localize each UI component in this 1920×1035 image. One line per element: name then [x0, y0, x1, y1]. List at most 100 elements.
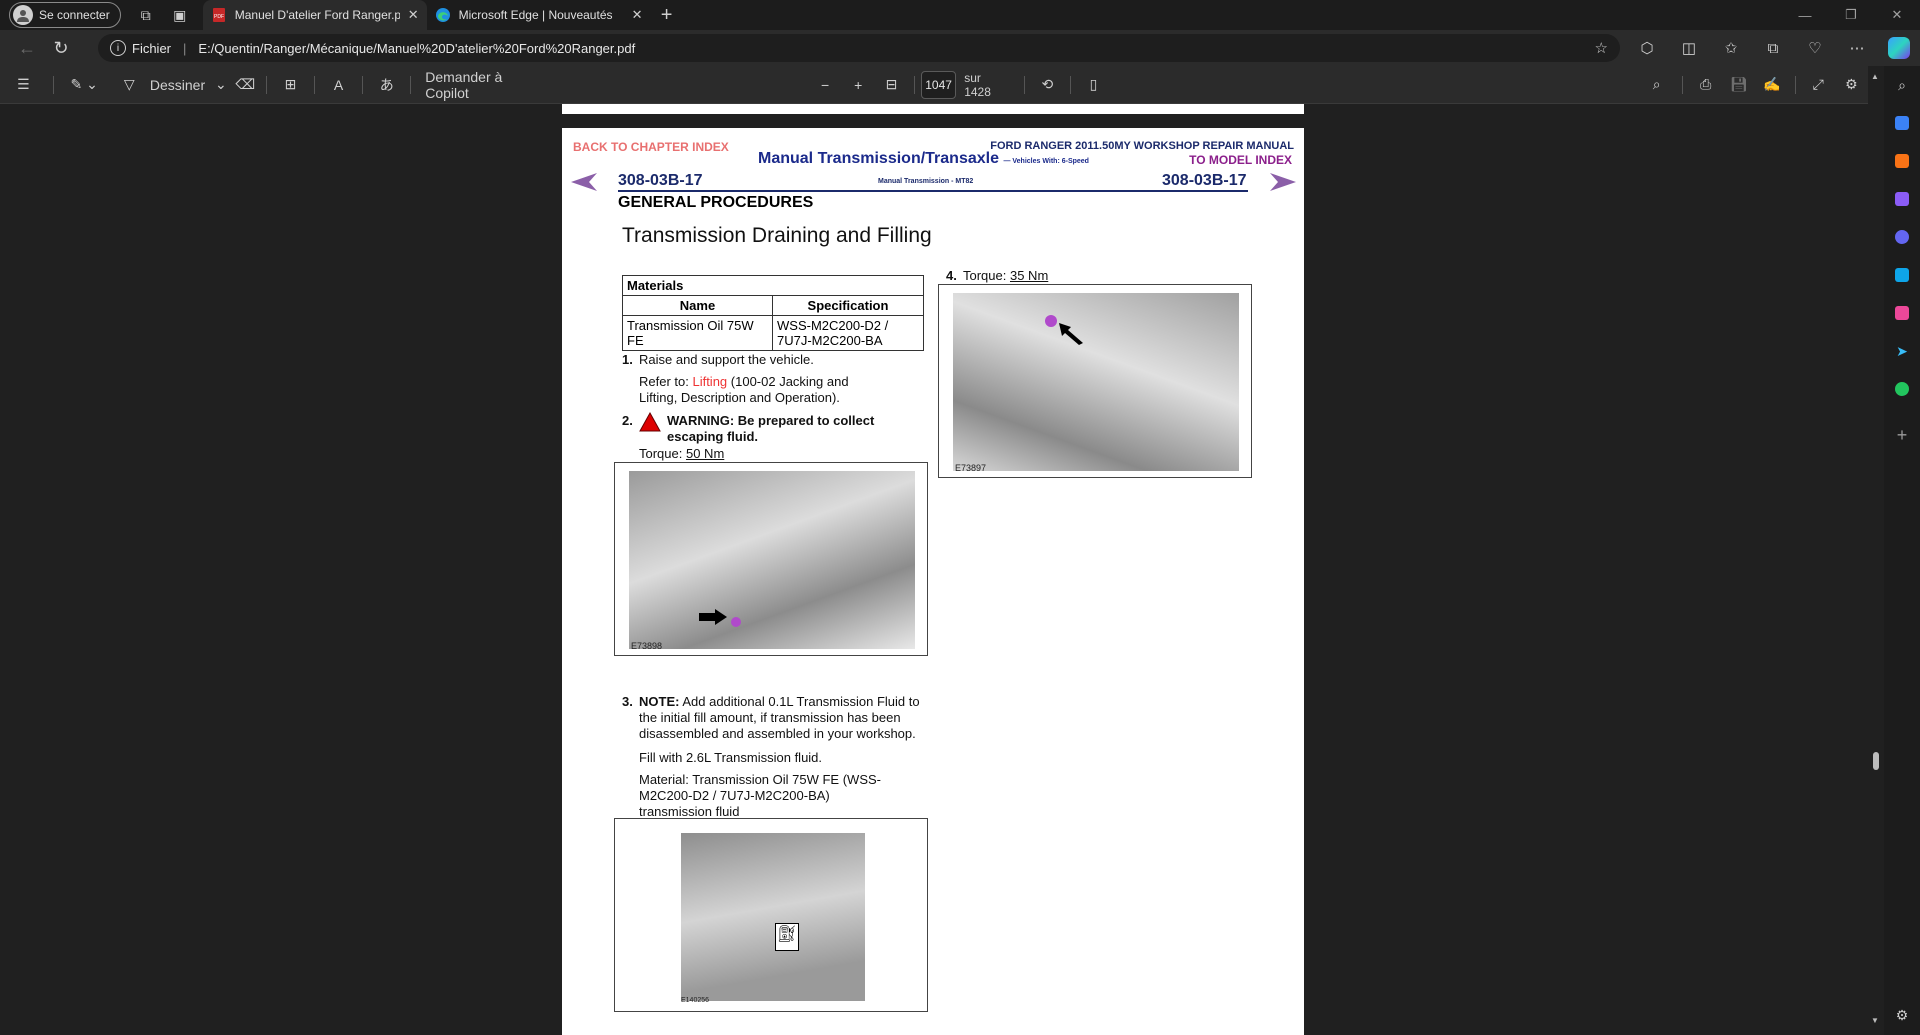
close-tab-icon[interactable]: ✕ [408, 7, 419, 23]
divider [265, 75, 267, 94]
avatar-icon [13, 5, 33, 25]
read-aloud-icon[interactable]: A [321, 66, 356, 104]
copilot-sidebar-icon[interactable] [1884, 218, 1920, 256]
search-icon[interactable]: ⌕ [1637, 66, 1676, 104]
save-icon[interactable]: 💾︎ [1722, 66, 1755, 104]
url-text[interactable]: E:/Quentin/Ranger/Mécanique/Manuel%20D'a… [198, 41, 635, 56]
tools-briefcase-icon[interactable] [1884, 142, 1920, 180]
browser-toolbar: ⬡ ◫ ✩ ⧉ ♡ ⋯ [1626, 30, 1920, 66]
highlight-icon[interactable]: ✎ ⌄ [60, 66, 109, 104]
close-tab-icon[interactable]: ✕ [632, 7, 643, 23]
torque-value: 35 Nm [1009, 268, 1049, 283]
draw-icon[interactable]: ▽ [115, 66, 144, 104]
collections-icon[interactable]: ⧉ [1752, 30, 1794, 66]
settings-gear-icon[interactable]: ⚙ [1835, 66, 1868, 104]
text-box-icon[interactable]: ⊞ [273, 66, 308, 104]
restore-icon[interactable]: ❐ [1828, 0, 1874, 30]
tab-title: Microsoft Edge | Nouveautés [458, 8, 613, 22]
fit-page-icon[interactable]: ⊟ [875, 66, 908, 104]
transmission-label: Manual Transmission - MT82 [878, 178, 974, 185]
print-icon[interactable]: ⎙ [1689, 66, 1722, 104]
fullscreen-icon[interactable]: ⤢ [1802, 66, 1835, 104]
materials-table: Materials Name Specification Transmission… [622, 275, 924, 351]
page-number-input[interactable]: 1047 [921, 70, 957, 99]
transmission-illustration [629, 471, 915, 649]
add-sidebar-app-icon[interactable]: + [1884, 416, 1920, 454]
tab-pdf[interactable]: PDF Manuel D'atelier Ford Ranger.pdf ✕ [202, 0, 427, 30]
col-name: Name [622, 295, 773, 316]
zoom-out-icon[interactable]: − [808, 66, 841, 104]
zoom-in-icon[interactable]: + [842, 66, 875, 104]
send-telegram-icon[interactable]: ➤ [1884, 332, 1920, 370]
divider [1794, 75, 1796, 94]
designer-icon[interactable] [1884, 294, 1920, 332]
page-total: sur 1428 [964, 70, 991, 99]
extensions-icon[interactable]: ⬡ [1626, 30, 1668, 66]
shopping-tag-icon[interactable] [1884, 104, 1920, 142]
tab-actions-icon[interactable]: ▣ [163, 0, 197, 30]
workspaces-icon[interactable]: ⧉ [129, 0, 163, 30]
minimize-icon[interactable]: — [1782, 0, 1828, 30]
page-code-right: 308-03B-17 [1162, 172, 1247, 189]
outlook-icon[interactable] [1884, 256, 1920, 294]
back-to-chapter-link[interactable]: BACK TO CHAPTER INDEX [573, 140, 729, 154]
step-number: 1. [622, 352, 633, 367]
copilot-icon[interactable] [1878, 30, 1920, 66]
ask-copilot-button[interactable]: Demander à Copilot [417, 66, 555, 104]
close-window-icon[interactable]: ✕ [1874, 0, 1920, 30]
contents-list-icon[interactable]: ☰ [0, 66, 47, 104]
tab-edge-news[interactable]: Microsoft Edge | Nouveautés ✕ [427, 0, 651, 30]
divider [914, 75, 916, 94]
divider [362, 75, 364, 94]
section-title-text: Manual Transmission/Transaxle [758, 150, 999, 167]
edge-sidebar: ⌕ ➤ + ⚙ [1884, 66, 1920, 1035]
figure-caption: E140256 [681, 997, 710, 1004]
general-procedures-heading: GENERAL PROCEDURES [618, 194, 814, 211]
games-icon[interactable] [1884, 180, 1920, 218]
draw-button[interactable]: Dessiner [144, 66, 211, 104]
translate-icon[interactable]: あ [369, 66, 404, 104]
edge-logo-icon [435, 7, 451, 23]
favorite-star-icon[interactable]: ☆ [1595, 39, 1608, 57]
pdf-toolbar: ☰ ✎ ⌄ ▽ Dessiner ⌄ ⌫ ⊞ A あ Demander à Co… [0, 66, 1868, 104]
sidebar-settings-icon[interactable]: ⚙ [1884, 996, 1920, 1034]
previous-page-arrow-icon[interactable] [571, 172, 599, 192]
more-menu-icon[interactable]: ⋯ [1836, 30, 1878, 66]
refresh-icon[interactable]: ↻ [44, 30, 78, 66]
step-4-torque: Torque: 35 Nm [963, 268, 1048, 284]
previous-page-edge [562, 104, 1304, 114]
vertical-scrollbar[interactable]: ▲ ▼ [1868, 66, 1884, 1035]
favorites-icon[interactable]: ✩ [1710, 30, 1752, 66]
step-number: 2. [622, 413, 633, 428]
pdf-viewer[interactable]: BACK TO CHAPTER INDEX FORD RANGER 2011.5… [0, 104, 1868, 1035]
svg-text:PDF: PDF [214, 14, 224, 20]
drain-plug-marker [731, 617, 741, 627]
next-page-arrow-icon[interactable] [1268, 172, 1296, 192]
rotate-icon[interactable]: ⟲ [1031, 66, 1064, 104]
address-bar[interactable]: i Fichier | E:/Quentin/Ranger/Mécanique/… [98, 34, 1620, 62]
page-view-icon[interactable]: ▯ [1077, 66, 1110, 104]
divider [1069, 75, 1071, 94]
split-screen-icon[interactable]: ◫ [1668, 30, 1710, 66]
tree-icon[interactable] [1884, 370, 1920, 408]
page-code-left: 308-03B-17 [618, 172, 703, 189]
profile-label: Se connecter [39, 8, 110, 22]
step-1-reference: Refer to: Lifting (100-02 Jacking and Li… [639, 374, 889, 406]
title-bar: Se connecter ⧉ ▣ PDF Manuel D'atelier Fo… [0, 0, 1920, 30]
browser-essentials-icon[interactable]: ♡ [1794, 30, 1836, 66]
profile-button[interactable]: Se connecter [9, 2, 121, 28]
info-icon[interactable]: i [110, 40, 126, 56]
divider [1682, 75, 1684, 94]
to-model-index-link[interactable]: TO MODEL INDEX [1189, 153, 1292, 167]
chevron-down-icon[interactable]: ⌄ [211, 66, 231, 104]
save-as-icon[interactable]: ✍ [1755, 66, 1788, 104]
tab-title: Manuel D'atelier Ford Ranger.pdf [234, 8, 400, 22]
eraser-icon[interactable]: ⌫ [231, 66, 260, 104]
scroll-up-icon[interactable]: ▲ [1871, 72, 1879, 81]
new-tab-button[interactable]: + [651, 0, 683, 30]
back-arrow-icon[interactable]: ← [10, 30, 44, 66]
scrollbar-thumb[interactable] [1873, 752, 1879, 770]
sidebar-search-icon[interactable]: ⌕ [1884, 66, 1920, 104]
lifting-link[interactable]: Lifting [692, 374, 727, 389]
scroll-down-icon[interactable]: ▼ [1871, 1016, 1879, 1025]
